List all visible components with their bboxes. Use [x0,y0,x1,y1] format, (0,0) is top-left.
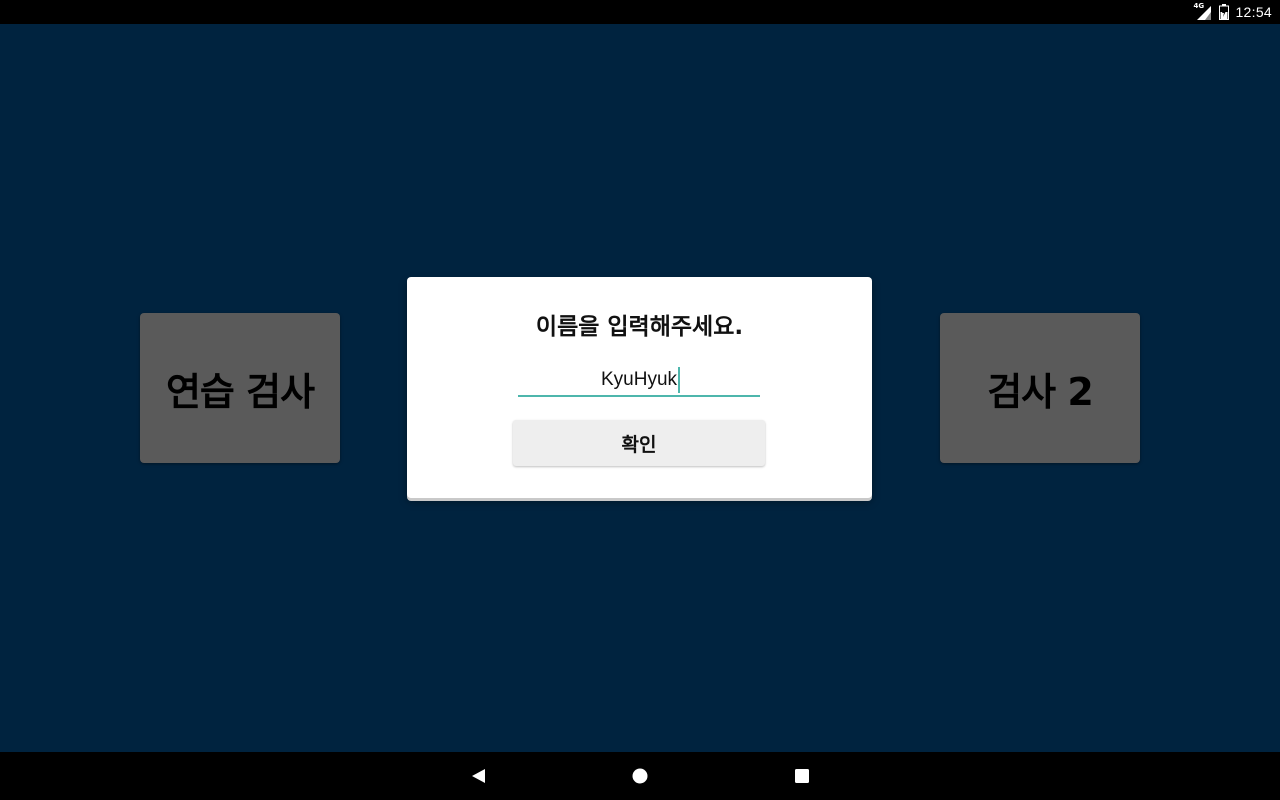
back-button[interactable] [466,764,490,788]
home-icon [632,768,648,784]
test-2-button[interactable]: 검사 2 [940,313,1140,463]
name-input-dialog: 이름을 입력해주세요. 확인 [407,277,872,498]
dialog-title: 이름을 입력해주세요. [535,314,744,340]
app-screen: 4G 12:54 연습 검사 검사 2 이름을 입력해주세요. KyuHyuk … [0,0,1280,800]
status-clock: 12:54 [1235,4,1272,20]
back-icon [472,769,485,783]
signal-icon: 4G [1193,2,1213,20]
confirm-button[interactable]: 확인 [513,420,765,466]
recents-icon [795,769,809,783]
recents-button[interactable] [790,764,814,788]
status-bar: 4G 12:54 [0,0,1280,24]
battery-charging-icon [1219,4,1230,20]
practice-test-button[interactable]: 연습 검사 [140,313,340,463]
home-button[interactable] [628,764,652,788]
navigation-bar [0,752,1280,800]
status-icons: 4G 12:54 [1193,0,1272,24]
name-input[interactable] [518,365,760,397]
text-cursor [678,367,680,393]
